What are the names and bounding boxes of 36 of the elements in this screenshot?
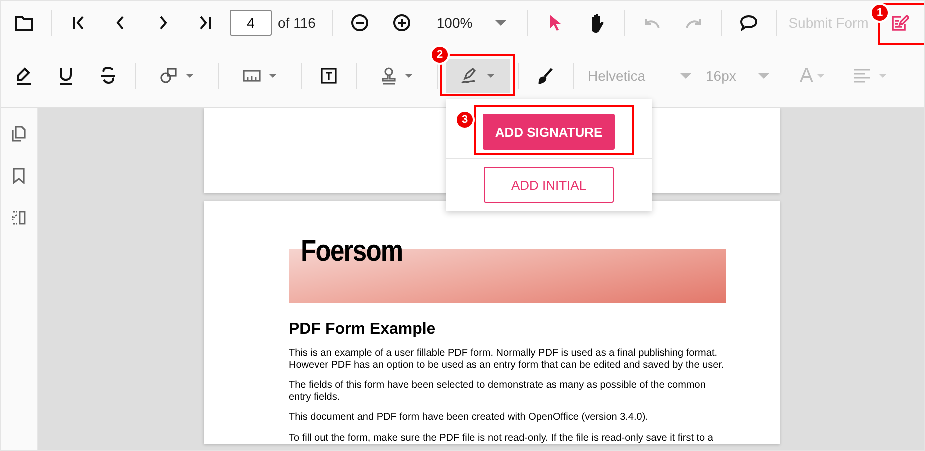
cursor-arrow-icon (548, 14, 562, 32)
page-count: of 116 (278, 15, 316, 31)
underline-icon (59, 67, 73, 85)
brush-icon (538, 68, 554, 84)
callout-badge: 2 (432, 47, 448, 63)
document-paragraph: The fields of this form have been selected to demonstrate as many as possible of the common entry fields. (289, 380, 707, 403)
signature-dropdown[interactable] (446, 59, 510, 93)
shapes-icon (160, 68, 178, 84)
align-left-icon (853, 69, 872, 83)
redo-icon (684, 17, 703, 29)
stamp-icon (381, 67, 397, 85)
add-initial-button[interactable]: ADD INITIAL (484, 167, 614, 203)
folder-icon (15, 15, 33, 31)
pen-icon (16, 67, 32, 85)
zoom-dropdown[interactable]: 100% (436, 15, 507, 31)
zoom-in-icon (392, 14, 411, 32)
document-paragraph: This document and PDF form have been created with OpenOffice (version 3.4.0). (289, 412, 650, 424)
text-box-icon (320, 67, 338, 85)
page-thumbnails-icon[interactable] (9, 124, 29, 144)
ruler-icon (243, 69, 261, 83)
page-number-field[interactable]: 4 (230, 10, 272, 36)
add-signature-button[interactable]: ADD SIGNATURE (483, 114, 615, 150)
last-page-icon (198, 16, 212, 30)
undo-icon (642, 17, 661, 29)
document-heading: PDF Form Example (289, 321, 437, 339)
first-page-icon (72, 16, 86, 30)
speech-bubble-icon (740, 15, 758, 31)
form-edit-icon (891, 14, 909, 32)
document-paragraph: To fill out the form, make sure the PDF file is not read-only. If the file is read-only save it first to a (289, 432, 714, 444)
document-paragraph: This is an example of a user fillable PDF form. Normally PDF is used as a final publishing format. However PDF has an option to be used as an entry form that can be edited and saved by the user. (289, 348, 726, 371)
callout-badge: 3 (457, 112, 473, 128)
pen-nib-icon (461, 68, 479, 84)
strikethrough-icon (100, 67, 116, 85)
logo-text: Foersom (301, 235, 403, 269)
callout-badge: 1 (872, 5, 888, 21)
zoom-out-icon (350, 14, 369, 32)
